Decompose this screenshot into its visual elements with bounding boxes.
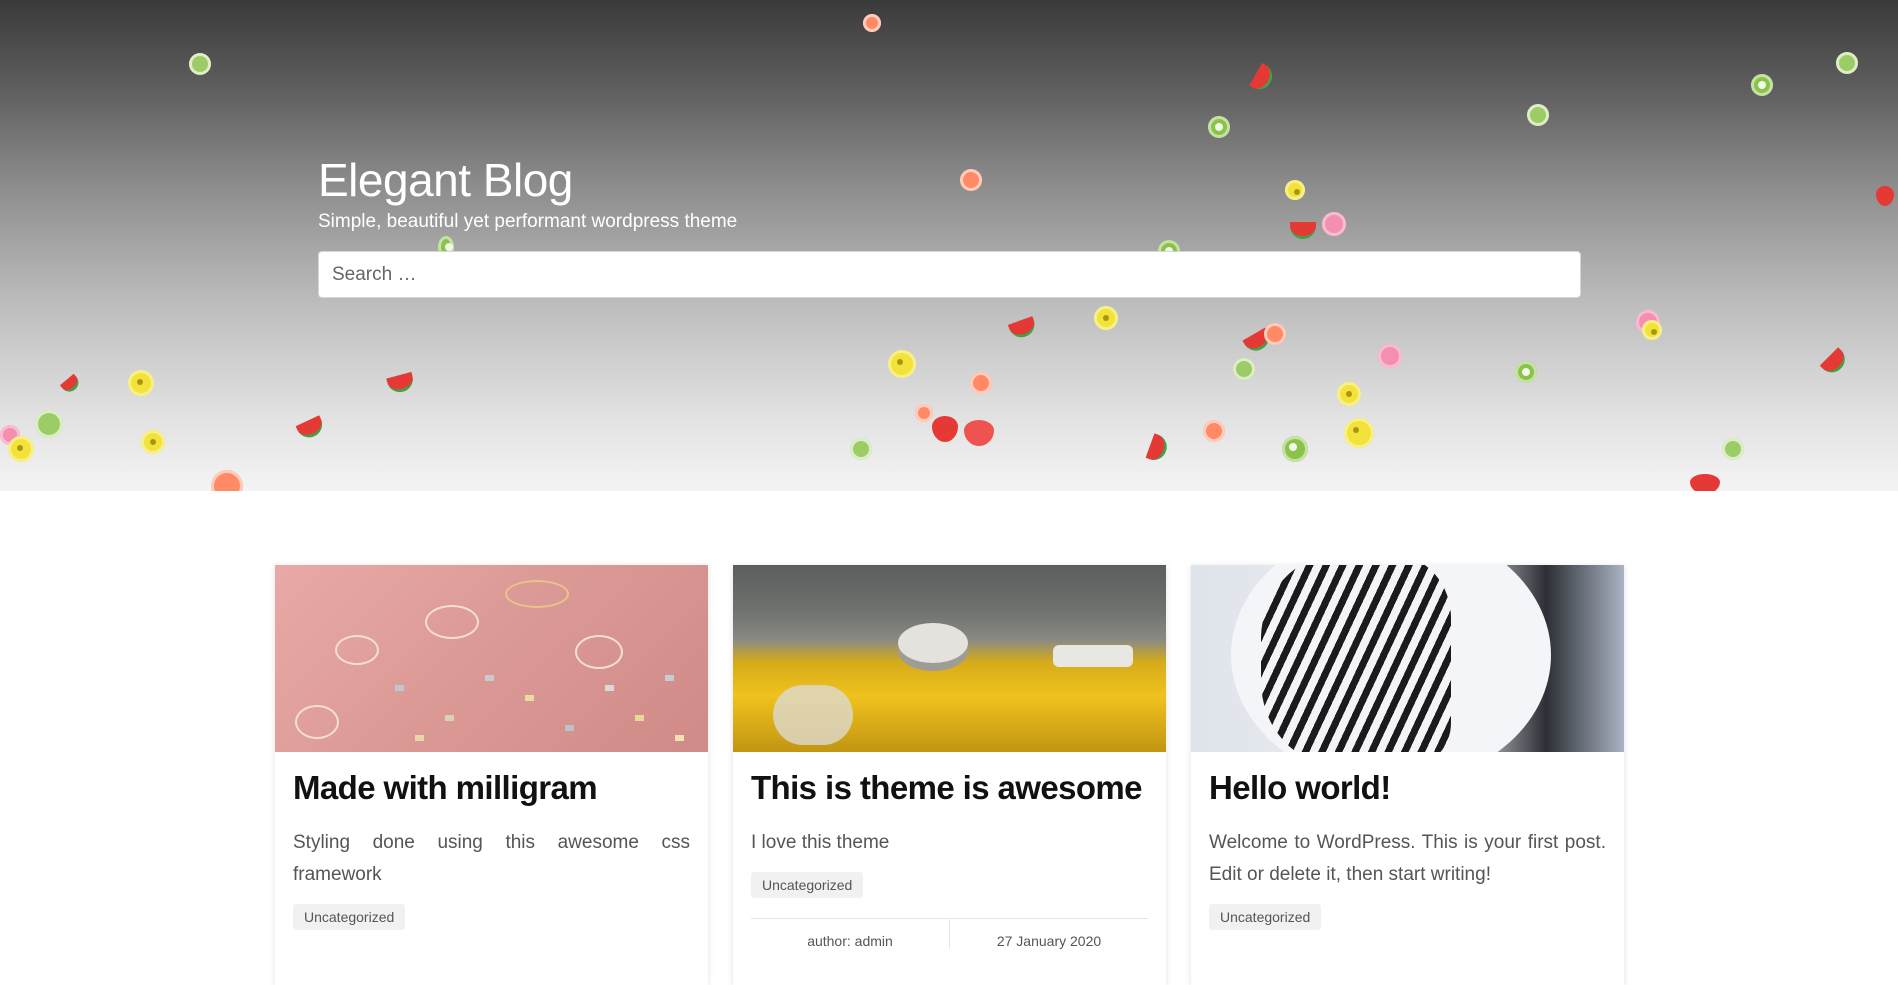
post-excerpt: Welcome to WordPress. This is your first… — [1209, 832, 1606, 885]
fruit-decoration-icon — [1378, 344, 1402, 368]
post-list: Made with milligram Styling done using t… — [275, 565, 1624, 985]
fruit-decoration-icon — [1264, 323, 1286, 345]
category-tag[interactable]: Uncategorized — [1209, 904, 1322, 930]
post-thumbnail[interactable] — [275, 565, 708, 752]
fruit-decoration-icon — [888, 350, 916, 378]
fruit-decoration-icon — [1007, 316, 1039, 341]
dpad-shape — [1053, 645, 1133, 667]
fruit-decoration-icon — [964, 420, 994, 446]
search-input[interactable] — [318, 251, 1581, 298]
post-excerpt: I love this theme — [751, 832, 890, 853]
fruit-decoration-icon — [128, 370, 154, 396]
fruit-decoration-icon — [1208, 116, 1230, 138]
fruit-decoration-icon — [863, 14, 881, 32]
post-thumbnail[interactable] — [1191, 565, 1624, 752]
fruit-decoration-icon — [59, 373, 83, 396]
fruit-decoration-icon — [1094, 306, 1118, 330]
post-excerpt: Styling done using this awesome css fram… — [293, 832, 690, 885]
site-tagline: Simple, beautiful yet performant wordpre… — [318, 211, 738, 232]
fruit-decoration-icon — [1203, 420, 1225, 442]
fruit-decoration-icon — [1690, 474, 1720, 491]
fruit-decoration-icon — [1344, 418, 1374, 448]
fruit-decoration-icon — [1233, 358, 1255, 380]
post-title[interactable]: Hello world! — [1209, 765, 1606, 811]
hero-content: Elegant Blog Simple, beautiful yet perfo… — [318, 150, 1581, 298]
category-tag[interactable]: Uncategorized — [293, 904, 406, 930]
fruit-decoration-icon — [970, 372, 992, 394]
site-title[interactable]: Elegant Blog — [318, 150, 1581, 210]
fruit-decoration-icon — [932, 416, 958, 442]
fruit-decoration-icon — [1527, 104, 1549, 126]
category-tag[interactable]: Uncategorized — [751, 872, 864, 898]
post-author[interactable]: author: admin — [751, 919, 949, 949]
fruit-decoration-icon — [850, 438, 872, 460]
fruit-decoration-icon — [1249, 62, 1277, 95]
striped-shirt-shape — [1261, 565, 1451, 752]
fruit-decoration-icon — [1337, 382, 1361, 406]
fruit-decoration-icon — [211, 470, 243, 491]
fruit-decoration-icon — [386, 371, 416, 396]
post-date: 27 January 2020 — [949, 919, 1148, 949]
fruit-decoration-icon — [189, 53, 211, 75]
post-card: Made with milligram Styling done using t… — [275, 565, 708, 985]
fruit-decoration-icon — [1836, 52, 1858, 74]
fruit-decoration-icon — [1145, 433, 1171, 464]
fruit-decoration-icon — [8, 436, 34, 462]
post-title[interactable]: Made with milligram — [293, 765, 690, 811]
post-card: Hello world! Welcome to WordPress. This … — [1191, 565, 1624, 985]
fruit-decoration-icon — [1282, 436, 1308, 462]
fruit-decoration-icon — [915, 404, 933, 422]
fruit-decoration-icon — [295, 415, 327, 442]
fruit-decoration-icon — [1642, 320, 1662, 340]
fruit-decoration-icon — [1515, 361, 1537, 383]
fruit-decoration-icon — [35, 410, 63, 438]
post-thumbnail[interactable] — [733, 565, 1166, 752]
hero-header: Elegant Blog Simple, beautiful yet perfo… — [0, 0, 1898, 491]
fruit-decoration-icon — [1876, 186, 1894, 206]
fruit-decoration-icon — [141, 430, 165, 454]
post-card: This is theme is awesome I love this the… — [733, 565, 1166, 985]
post-meta: author: admin 27 January 2020 — [751, 918, 1148, 949]
fruit-decoration-icon — [1819, 347, 1851, 378]
fruit-decoration-icon — [1722, 438, 1744, 460]
console-edge-shape — [773, 685, 853, 745]
joystick-shape — [898, 623, 968, 663]
post-title[interactable]: This is theme is awesome — [751, 765, 1148, 811]
fruit-decoration-icon — [1751, 74, 1773, 96]
